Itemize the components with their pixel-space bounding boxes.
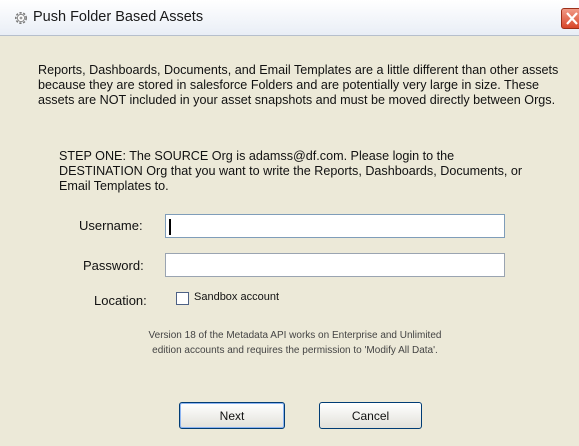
cancel-button[interactable]: Cancel bbox=[319, 402, 422, 429]
title-bar[interactable]: Push Folder Based Assets bbox=[0, 0, 579, 36]
next-button[interactable]: Next bbox=[179, 402, 285, 429]
intro-text: Reports, Dashboards, Documents, and Emai… bbox=[38, 63, 559, 107]
sandbox-checkbox[interactable] bbox=[176, 292, 189, 305]
dialog-window: Push Folder Based Assets Reports, Dashbo… bbox=[0, 0, 579, 446]
step-one-text: STEP ONE: The SOURCE Org is adamss@df.co… bbox=[59, 149, 523, 193]
text-caret bbox=[169, 219, 171, 235]
username-input[interactable] bbox=[165, 214, 505, 238]
dialog-content: Reports, Dashboards, Documents, and Emai… bbox=[0, 36, 579, 446]
close-icon bbox=[566, 12, 578, 25]
sandbox-checkbox-label[interactable]: Sandbox account bbox=[194, 291, 279, 303]
username-label: Username: bbox=[79, 218, 143, 233]
gear-icon bbox=[15, 12, 27, 24]
password-label: Password: bbox=[83, 258, 144, 273]
password-input[interactable] bbox=[165, 253, 505, 277]
location-label: Location: bbox=[94, 293, 147, 308]
close-button[interactable] bbox=[561, 8, 579, 29]
window-title: Push Folder Based Assets bbox=[33, 9, 204, 25]
api-version-note: Version 18 of the Metadata API works on … bbox=[148, 330, 442, 356]
